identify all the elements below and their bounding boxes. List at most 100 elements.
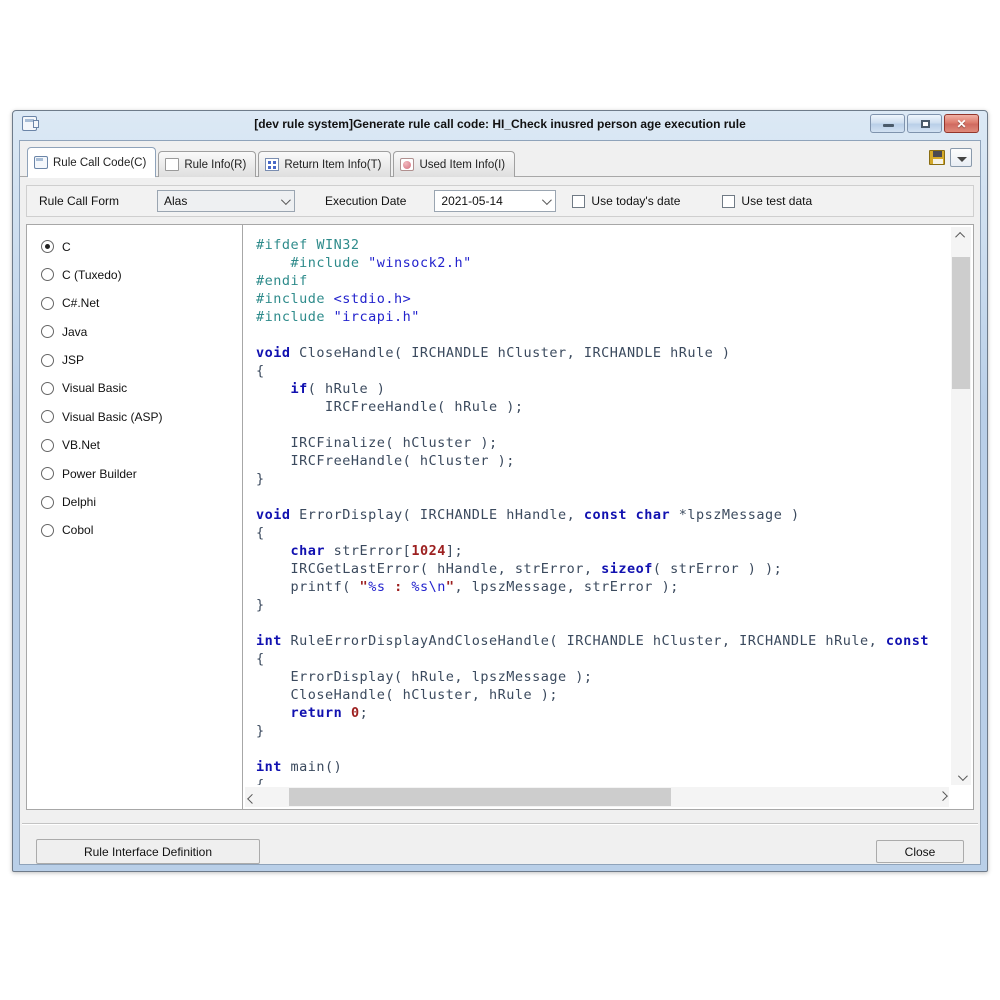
- minimize-icon: [883, 124, 894, 127]
- language-option-visual-basic-asp[interactable]: Visual Basic (ASP): [41, 409, 242, 424]
- radio-icon: [41, 354, 54, 367]
- radio-icon: [41, 439, 54, 452]
- code-line: void CloseHandle( IRCHANDLE hCluster, IR…: [256, 344, 949, 362]
- code-line: {: [256, 524, 949, 542]
- code-line: #ifdef WIN32: [256, 236, 949, 254]
- language-option-vb-net[interactable]: VB.Net: [41, 438, 242, 453]
- radio-icon: [41, 382, 54, 395]
- code-line: ErrorDisplay( hRule, lpszMessage );: [256, 668, 949, 686]
- language-label: Visual Basic (ASP): [62, 410, 162, 424]
- execution-date-label: Execution Date: [325, 194, 406, 208]
- main-panel: C C (Tuxedo) C#.Net Java JSP Visual Basic Visu…: [26, 224, 974, 810]
- radio-icon: [41, 496, 54, 509]
- use-test-data-label: Use test data: [741, 194, 812, 208]
- close-dialog-button[interactable]: Close: [876, 840, 964, 863]
- language-label: C#.Net: [62, 296, 99, 310]
- code-line: int main(): [256, 758, 949, 776]
- tab-return-item-info-t[interactable]: Return Item Info(T): [258, 151, 391, 177]
- radio-icon: [41, 410, 54, 423]
- use-todays-date-checkbox[interactable]: Use today's date: [572, 194, 680, 208]
- use-test-data-checkbox[interactable]: Use test data: [722, 194, 812, 208]
- maximize-button[interactable]: [907, 114, 942, 133]
- language-option-java[interactable]: Java: [41, 324, 242, 339]
- code-line: {: [256, 650, 949, 668]
- language-label: Cobol: [62, 523, 93, 537]
- tab-rule-call-code-c[interactable]: Rule Call Code(C): [27, 147, 156, 177]
- tab-rule-info-r[interactable]: Rule Info(R): [158, 151, 256, 177]
- execution-date-select[interactable]: 2021-05-14: [434, 190, 556, 212]
- code-line: #include <stdio.h>: [256, 290, 949, 308]
- dropdown-arrow-button[interactable]: [950, 148, 972, 167]
- language-option-c[interactable]: C: [41, 239, 242, 254]
- minimize-button[interactable]: [870, 114, 905, 133]
- code-line: #endif: [256, 272, 949, 290]
- close-icon: ✕: [945, 117, 978, 131]
- scroll-left-arrow[interactable]: [245, 787, 261, 807]
- code-line: char strError[1024];: [256, 542, 949, 560]
- language-label: Delphi: [62, 495, 96, 509]
- grid-icon: [265, 158, 279, 171]
- rule-call-form-label: Rule Call Form: [39, 194, 119, 208]
- horizontal-scroll-thumb[interactable]: [289, 788, 671, 806]
- code-line: [256, 488, 949, 506]
- code-line: #include "ircapi.h": [256, 308, 949, 326]
- language-option-visual-basic[interactable]: Visual Basic: [41, 381, 242, 396]
- tab-label: Rule Info(R): [184, 159, 246, 171]
- code-line: {: [256, 362, 949, 380]
- chevron-down-icon: [542, 195, 552, 205]
- rule-call-form-select[interactable]: Alas: [157, 190, 295, 212]
- vertical-scroll-thumb[interactable]: [952, 257, 970, 389]
- title-bar[interactable]: [dev rule system]Generate rule call code…: [13, 111, 987, 140]
- language-option-c-net[interactable]: C#.Net: [41, 296, 242, 311]
- scroll-down-arrow[interactable]: [951, 769, 971, 785]
- code-line: printf( "%s : %s\n", lpszMessage, strErr…: [256, 578, 949, 596]
- tab-label: Return Item Info(T): [284, 159, 381, 171]
- language-label: VB.Net: [62, 438, 100, 452]
- code-line: int RuleErrorDisplayAndCloseHandle( IRCH…: [256, 632, 949, 650]
- radio-icon: [41, 524, 54, 537]
- language-option-delphi[interactable]: Delphi: [41, 495, 242, 510]
- radio-icon: [41, 268, 54, 281]
- scroll-right-arrow[interactable]: [933, 787, 949, 807]
- page: [dev rule system]Generate rule call code…: [0, 0, 1000, 1000]
- code-line: {: [256, 776, 949, 785]
- code-line: [256, 416, 949, 434]
- code-line: [256, 740, 949, 758]
- doc-icon: [165, 158, 179, 171]
- tab-used-item-info-i[interactable]: Used Item Info(I): [393, 151, 515, 177]
- language-option-c-tuxedo[interactable]: C (Tuxedo): [41, 267, 242, 282]
- use-todays-date-label: Use today's date: [591, 194, 680, 208]
- code-viewer[interactable]: #ifdef WIN32 #include "winsock2.h"#endif…: [256, 236, 949, 785]
- tab-label: Used Item Info(I): [419, 159, 505, 171]
- tab-label: Rule Call Code(C): [53, 157, 146, 169]
- chevron-down-icon: [281, 195, 291, 205]
- radio-icon: [41, 240, 54, 253]
- language-option-cobol[interactable]: Cobol: [41, 523, 242, 538]
- form-icon: [34, 156, 48, 169]
- language-label: JSP: [62, 353, 84, 367]
- options-toolbar: Rule Call Form Alas Execution Date 2021-…: [26, 185, 974, 217]
- language-label: Visual Basic: [62, 381, 127, 395]
- scroll-up-arrow[interactable]: [951, 227, 971, 243]
- language-option-power-builder[interactable]: Power Builder: [41, 466, 242, 481]
- dialog-window: [dev rule system]Generate rule call code…: [12, 110, 988, 872]
- save-icon[interactable]: [929, 150, 945, 165]
- code-line: if( hRule ): [256, 380, 949, 398]
- code-line: return 0;: [256, 704, 949, 722]
- language-label: Java: [62, 325, 87, 339]
- rule-interface-definition-button[interactable]: Rule Interface Definition: [36, 839, 260, 864]
- code-line: IRCGetLastError( hHandle, strError, size…: [256, 560, 949, 578]
- vertical-scrollbar[interactable]: [951, 227, 971, 785]
- language-label: Power Builder: [62, 467, 137, 481]
- code-line: IRCFreeHandle( hCluster );: [256, 452, 949, 470]
- code-line: }: [256, 722, 949, 740]
- code-line: }: [256, 596, 949, 614]
- language-label: C (Tuxedo): [62, 268, 122, 282]
- language-option-jsp[interactable]: JSP: [41, 353, 242, 368]
- close-button[interactable]: ✕: [944, 114, 979, 133]
- horizontal-scrollbar[interactable]: [245, 787, 949, 807]
- maximize-icon: [921, 120, 930, 128]
- radio-icon: [41, 325, 54, 338]
- code-line: IRCFinalize( hCluster );: [256, 434, 949, 452]
- code-line: [256, 614, 949, 632]
